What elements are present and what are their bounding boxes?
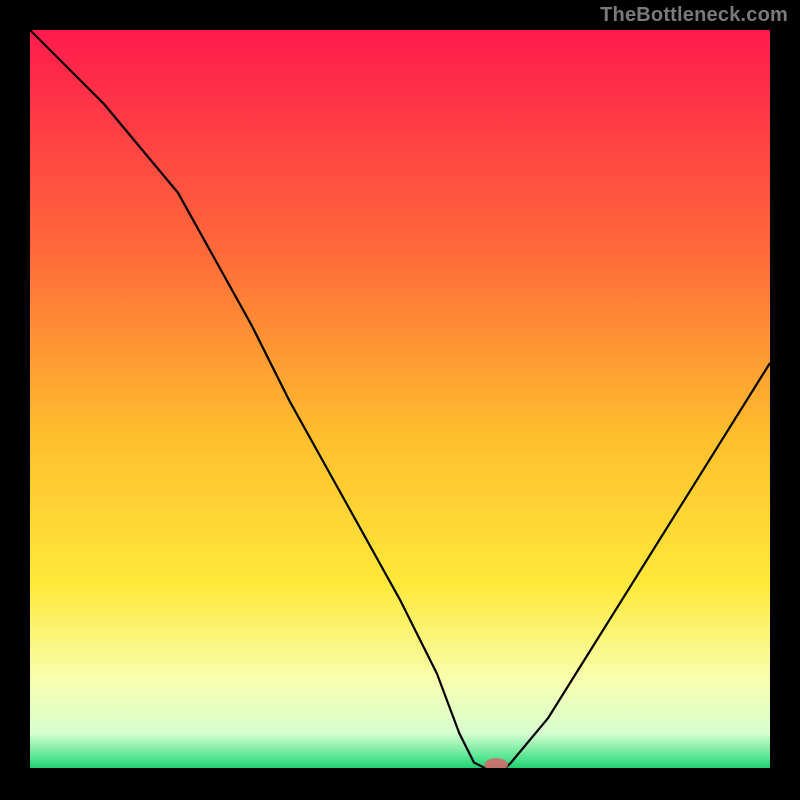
watermark-text: TheBottleneck.com (600, 4, 788, 27)
curve-layer (30, 30, 770, 770)
chart-frame: TheBottleneck.com (0, 0, 800, 800)
plot-area (30, 30, 770, 770)
bottleneck-curve (30, 30, 770, 770)
